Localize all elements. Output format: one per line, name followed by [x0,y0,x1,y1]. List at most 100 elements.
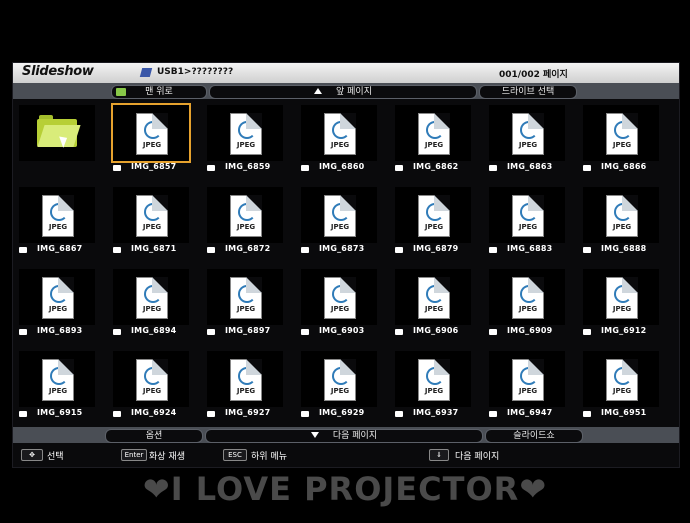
jpeg-file-icon: JPEG [42,359,74,401]
camera-icon [583,411,591,417]
file-item[interactable]: JPEG IMG_6927 [203,347,287,425]
jpeg-file-icon: JPEG [136,113,168,155]
file-thumbnail: JPEG [301,187,377,243]
file-item[interactable]: JPEG IMG_6860 [297,101,381,179]
file-item[interactable]: JPEG IMG_6937 [391,347,475,425]
file-item[interactable]: JPEG IMG_6893 [15,265,99,343]
home-button[interactable]: 맨 위로 [111,85,207,99]
file-thumbnail: JPEG [583,351,659,407]
drive-select-button[interactable]: 드라이브 선택 [479,85,577,99]
jpeg-label: JPEG [612,223,632,231]
file-item[interactable]: JPEG IMG_6857 [109,101,193,179]
camera-icon [207,411,215,417]
camera-icon [301,165,309,171]
jpeg-file-icon: JPEG [136,277,168,319]
jpeg-file-icon: JPEG [512,277,544,319]
file-item[interactable]: JPEG IMG_6879 [391,183,475,261]
jpeg-file-icon: JPEG [136,195,168,237]
jpeg-label: JPEG [518,141,538,149]
file-thumbnail: JPEG [19,187,95,243]
file-name: IMG_6912 [601,326,647,335]
camera-icon [489,329,497,335]
file-item[interactable]: JPEG IMG_6862 [391,101,475,179]
jpeg-file-icon: JPEG [606,195,638,237]
file-thumbnail: JPEG [583,105,659,161]
file-name: IMG_6883 [507,244,553,253]
camera-icon [207,247,215,253]
file-item[interactable]: JPEG IMG_6883 [485,183,569,261]
jpeg-file-icon: JPEG [136,359,168,401]
file-name: IMG_6951 [601,408,647,417]
file-thumbnail: JPEG [395,269,471,325]
camera-icon [395,165,403,171]
camera-icon [489,411,497,417]
jpeg-label: JPEG [236,305,256,313]
file-item[interactable]: JPEG IMG_6871 [109,183,193,261]
file-item[interactable]: JPEG IMG_6894 [109,265,193,343]
jpeg-label: JPEG [612,305,632,313]
next-page-button[interactable]: 다음 페이지 [205,429,483,443]
jpeg-file-icon: JPEG [418,277,450,319]
arrow-up-icon [314,88,322,94]
file-item[interactable]: JPEG IMG_6866 [579,101,663,179]
file-thumbnail: JPEG [113,269,189,325]
options-button[interactable]: 옵션 [105,429,203,443]
jpeg-label: JPEG [142,305,162,313]
file-name: IMG_6897 [225,326,271,335]
jpeg-label: JPEG [330,387,350,395]
camera-icon [583,247,591,253]
file-item[interactable]: JPEG IMG_6872 [203,183,287,261]
jpeg-label: JPEG [612,387,632,395]
file-thumbnail: JPEG [113,187,189,243]
enter-key-icon: Enter [121,449,147,461]
file-item[interactable]: JPEG IMG_6867 [15,183,99,261]
file-thumbnail: JPEG [19,269,95,325]
file-item[interactable]: JPEG IMG_6903 [297,265,381,343]
file-name: IMG_6871 [131,244,177,253]
jpeg-file-icon: JPEG [230,113,262,155]
home-label: 맨 위로 [145,87,173,97]
jpeg-file-icon: JPEG [512,195,544,237]
file-item[interactable]: JPEG IMG_6951 [579,347,663,425]
file-item[interactable]: JPEG IMG_6906 [391,265,475,343]
file-thumbnail: JPEG [583,269,659,325]
file-item[interactable]: JPEG IMG_6912 [579,265,663,343]
file-name: IMG_6859 [225,162,271,171]
camera-icon [19,247,27,253]
file-name: IMG_6894 [131,326,177,335]
file-item[interactable]: JPEG IMG_6909 [485,265,569,343]
folder-thumbnail [19,105,95,161]
folder-up-item[interactable] [15,101,99,179]
drive-select-label: 드라이브 선택 [501,87,555,97]
file-item[interactable]: JPEG IMG_6897 [203,265,287,343]
jpeg-label: JPEG [424,141,444,149]
camera-icon [113,411,121,417]
jpeg-label: JPEG [330,141,350,149]
file-item[interactable]: JPEG IMG_6947 [485,347,569,425]
jpeg-label: JPEG [518,387,538,395]
file-name: IMG_6947 [507,408,553,417]
file-item[interactable]: JPEG IMG_6915 [15,347,99,425]
file-item[interactable]: JPEG IMG_6924 [109,347,193,425]
jpeg-file-icon: JPEG [230,277,262,319]
camera-icon [113,165,121,171]
file-thumbnail: JPEG [113,351,189,407]
file-item[interactable]: JPEG IMG_6888 [579,183,663,261]
file-item[interactable]: JPEG IMG_6873 [297,183,381,261]
file-name: IMG_6888 [601,244,647,253]
prev-page-button[interactable]: 앞 페이지 [209,85,477,99]
folder-icon [37,115,81,147]
file-name: IMG_6872 [225,244,271,253]
file-item[interactable]: JPEG IMG_6929 [297,347,381,425]
camera-icon [395,247,403,253]
select-help-label: 선택 [47,452,64,462]
slideshow-button[interactable]: 슬라이드쇼 [485,429,583,443]
camera-icon [583,329,591,335]
camera-icon [19,329,27,335]
jpeg-file-icon: JPEG [42,195,74,237]
file-item[interactable]: JPEG IMG_6859 [203,101,287,179]
usb-drive-icon [139,68,153,77]
file-item[interactable]: JPEG IMG_6863 [485,101,569,179]
file-name: IMG_6873 [319,244,365,253]
jpeg-file-icon: JPEG [512,359,544,401]
